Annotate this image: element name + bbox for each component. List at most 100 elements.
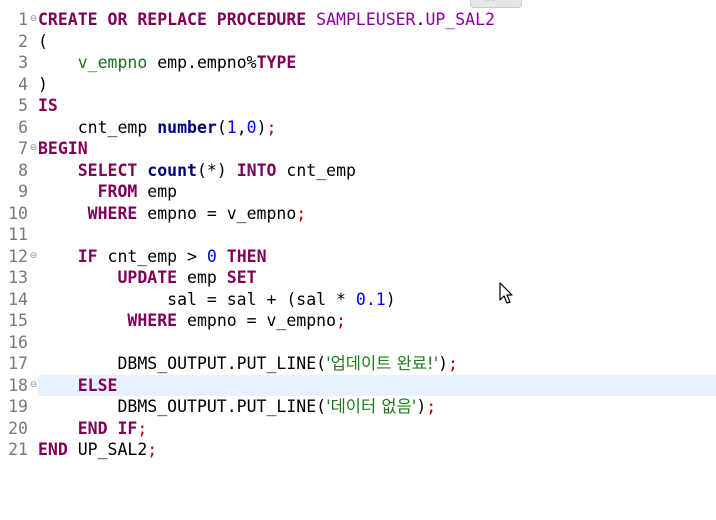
code-line[interactable]: 11: [0, 224, 716, 246]
code-token: TYPE: [256, 53, 297, 72]
code-token: CREATE OR REPLACE PROCEDURE: [38, 10, 317, 29]
line-number: 4: [18, 74, 28, 94]
code-text[interactable]: SELECT count(*) INTO cnt_emp: [38, 160, 716, 182]
code-line[interactable]: 7 ⊖ BEGIN: [0, 138, 716, 160]
code-line[interactable]: 5 IS: [0, 95, 716, 117]
code-line[interactable]: 17 DBMS_OUTPUT.PUT_LINE('업데이트 완료!');: [0, 353, 716, 375]
code-token: .: [415, 10, 426, 29]
code-token: WHERE: [87, 203, 138, 223]
code-line[interactable]: 8 SELECT count(*) INTO cnt_emp: [0, 160, 716, 182]
code-line[interactable]: 9 FROM emp: [0, 181, 716, 203]
code-lines: 1 ⊖ CREATE OR REPLACE PROCEDURE SAMPLEUSER…: [0, 9, 716, 461]
code-token: ,: [236, 117, 247, 137]
code-text[interactable]: DBMS_OUTPUT.PUT_LINE('업데이트 완료!');: [38, 353, 716, 375]
code-text[interactable]: DBMS_OUTPUT.PUT_LINE('데이터 없음');: [38, 396, 716, 418]
code-token: empno = v_empno: [177, 311, 337, 330]
line-number: 6: [18, 117, 28, 137]
code-line[interactable]: 12 ⊖ IF cnt_emp > 0 THEN: [0, 246, 716, 268]
code-token: emp.empno%: [147, 53, 257, 72]
code-text[interactable]: END IF;: [38, 418, 716, 440]
code-token: ): [256, 117, 267, 137]
code-token: 0.1: [355, 289, 386, 309]
code-line[interactable]: 19 DBMS_OUTPUT.PUT_LINE('데이터 없음');: [0, 396, 716, 418]
code-token: END: [38, 440, 68, 459]
code-token: 0: [246, 117, 257, 137]
code-line[interactable]: 4): [0, 74, 716, 96]
code-token: DBMS_OUTPUT.PUT_LINE(: [38, 397, 327, 416]
code-token: count: [147, 160, 197, 180]
code-line[interactable]: 16: [0, 332, 716, 354]
code-token: ;: [266, 117, 277, 137]
fold-collapse-icon[interactable]: ⊖: [29, 138, 38, 160]
code-text[interactable]: cnt_emp number(1,0);: [38, 117, 716, 139]
code-token: ;: [448, 354, 458, 373]
fold-collapse-icon[interactable]: ⊖: [29, 246, 38, 268]
code-editor[interactable]: ⌃⌃ 1 ⊖ CREATE OR REPLACE PROCEDURE SAMPLEU…: [0, 0, 716, 520]
code-token: emp: [177, 268, 227, 287]
code-line[interactable]: 18 ⊖ ELSE: [0, 374, 716, 397]
code-token: INTO: [236, 160, 277, 180]
line-number: 14: [8, 289, 28, 309]
code-text[interactable]: BEGIN: [38, 138, 716, 160]
code-line[interactable]: 15 WHERE empno = v_empno;: [0, 310, 716, 332]
code-text[interactable]: [38, 332, 716, 354]
code-text[interactable]: CREATE OR REPLACE PROCEDURE SAMPLEUSER.U…: [38, 9, 716, 31]
code-text[interactable]: ELSE: [38, 374, 716, 396]
code-token: BEGIN: [38, 139, 88, 158]
code-token: '업데이트 완료!': [326, 354, 439, 373]
code-text[interactable]: WHERE empno = v_empno;: [38, 203, 716, 225]
code-line[interactable]: 1 ⊖ CREATE OR REPLACE PROCEDURE SAMPLEUSER…: [0, 9, 716, 31]
code-token: SAMPLEUSER: [316, 10, 416, 29]
code-token: IS: [38, 96, 58, 115]
code-token: cnt_emp: [276, 160, 356, 180]
code-text[interactable]: UPDATE emp SET: [38, 267, 716, 289]
code-token: cnt_emp: [38, 117, 158, 137]
code-line[interactable]: 2(: [0, 31, 716, 53]
code-token: 0: [206, 246, 217, 266]
code-token: '데이터 없음': [326, 397, 417, 416]
code-line[interactable]: 14 sal = sal + (sal * 0.1): [0, 289, 716, 311]
line-number: 2: [18, 31, 28, 51]
line-number: 9: [18, 182, 28, 201]
code-token: SET: [226, 268, 257, 287]
fold-collapse-icon[interactable]: ⊖: [29, 375, 38, 397]
mouse-pointer-icon: [499, 282, 513, 304]
line-number: 18: [8, 375, 28, 395]
code-token: (: [38, 31, 48, 51]
code-token: ;: [137, 418, 148, 438]
code-line[interactable]: 20 END IF;: [0, 418, 716, 440]
code-text[interactable]: ): [38, 74, 716, 96]
code-text[interactable]: IF cnt_emp > 0 THEN: [38, 246, 716, 268]
code-token: UP_SAL2: [67, 440, 148, 459]
code-line[interactable]: 21 END UP_SAL2;: [0, 439, 716, 461]
code-text[interactable]: (: [38, 31, 716, 53]
scroll-handle-icon[interactable]: ⌃⌃: [470, 0, 522, 8]
line-number: 15: [8, 311, 28, 330]
fold-collapse-icon[interactable]: ⊖: [29, 9, 38, 31]
code-token: UPDATE: [117, 268, 178, 287]
line-number: 20: [8, 418, 28, 438]
code-line[interactable]: 10 WHERE empno = v_empno;: [0, 203, 716, 225]
code-token: THEN: [226, 246, 267, 266]
code-line[interactable]: 6 cnt_emp number(1,0);: [0, 117, 716, 139]
code-token: (*): [196, 160, 237, 180]
code-token: emp: [137, 182, 178, 201]
code-text[interactable]: IS: [38, 95, 716, 117]
code-text[interactable]: WHERE empno = v_empno;: [38, 310, 716, 332]
code-token: ;: [147, 440, 158, 459]
code-token: SELECT: [77, 160, 148, 180]
code-text[interactable]: [38, 224, 716, 246]
code-text[interactable]: v_empno emp.empno%TYPE: [38, 52, 716, 74]
code-token: ): [38, 74, 48, 94]
code-text[interactable]: sal = sal + (sal * 0.1): [38, 289, 716, 311]
code-token: ;: [336, 311, 346, 330]
code-line[interactable]: 13 UPDATE emp SET: [0, 267, 716, 289]
code-line[interactable]: 3 v_empno emp.empno%TYPE: [0, 52, 716, 74]
code-text[interactable]: FROM emp: [38, 181, 716, 203]
code-text[interactable]: END UP_SAL2;: [38, 439, 716, 461]
